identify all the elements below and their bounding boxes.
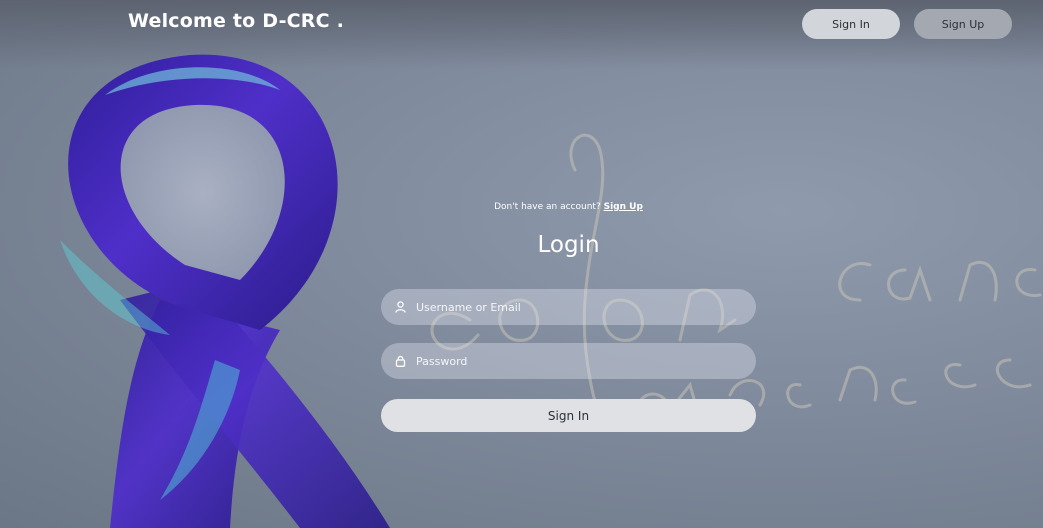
site-title: Welcome to D-CRC . <box>128 10 345 32</box>
password-input[interactable] <box>414 345 738 377</box>
login-title: Login <box>537 232 600 258</box>
signup-link[interactable]: Sign Up <box>604 202 643 212</box>
handwriting-background <box>430 133 1042 422</box>
username-input[interactable] <box>414 291 738 323</box>
user-icon <box>395 301 406 313</box>
background-image <box>0 0 1043 528</box>
lock-icon <box>395 355 406 367</box>
signin-submit-button[interactable]: Sign In <box>381 399 756 432</box>
header-signin-button[interactable]: Sign In <box>802 9 900 39</box>
username-field[interactable] <box>381 289 756 325</box>
password-field[interactable] <box>381 343 756 379</box>
signup-prompt-text: Don't have an account? <box>494 202 601 212</box>
header-signup-button[interactable]: Sign Up <box>914 9 1012 39</box>
signup-prompt: Don't have an account? Sign Up <box>381 202 756 212</box>
